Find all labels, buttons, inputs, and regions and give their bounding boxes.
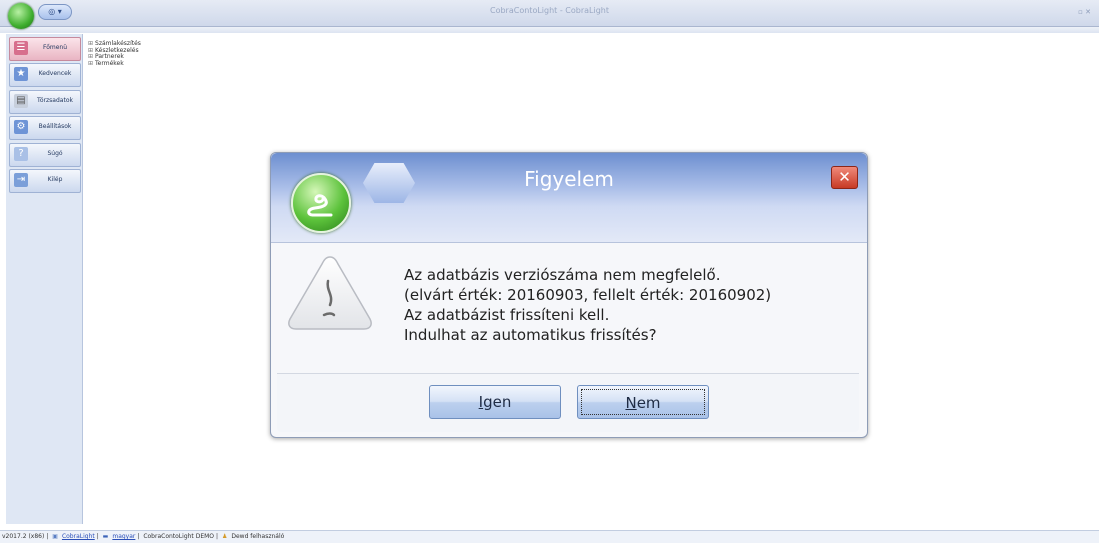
sidebar-item-label: Beállítások <box>38 123 72 130</box>
company-label: CobraContoLight DEMO <box>143 533 215 540</box>
sidebar: ☰ Főmenü ★ Kedvencek ▤ Törzsadatok ⚙ Beá… <box>6 34 83 524</box>
dialog-header-divider <box>271 242 867 243</box>
sidebar-item-label: Törzsadatok <box>37 97 73 104</box>
close-button[interactable]: ✕ <box>831 166 858 189</box>
warning-icon <box>288 256 372 330</box>
expand-icon[interactable]: ⊞ <box>88 60 93 67</box>
sidebar-item-label: Kilép <box>47 176 63 183</box>
tree-item-label: Termékek <box>95 59 124 67</box>
button-label: gen <box>483 393 512 411</box>
sidebar-item-beallitasok[interactable]: ⚙ Beállítások <box>9 116 81 140</box>
sidebar-item-label: Súgó <box>47 150 63 157</box>
help-icon: ? <box>14 147 28 161</box>
version-label: v2017.2 (x86) <box>2 533 45 540</box>
message-line: Az adatbázist frissíteni kell. <box>404 306 610 324</box>
table-icon: ▤ <box>14 94 28 108</box>
menu-icon: ☰ <box>14 41 28 55</box>
mnemonic: N <box>625 394 637 412</box>
gear-icon: ⚙ <box>14 120 28 134</box>
exit-icon: ⇥ <box>14 173 28 187</box>
focus-rectangle: Nem <box>581 389 705 415</box>
app-orb-button[interactable] <box>8 3 34 29</box>
sidebar-item-label: Kedvencek <box>38 70 72 77</box>
message-line: Az adatbázis verziószáma nem megfelelő. <box>404 266 721 284</box>
sidebar-item-label: Főmenü <box>42 44 68 51</box>
expand-icon[interactable]: ⊞ <box>88 40 93 47</box>
yes-button[interactable]: Igen <box>429 385 561 419</box>
star-icon: ★ <box>14 67 28 81</box>
dialog-message: Az adatbázis verziószáma nem megfelelő. … <box>404 265 771 345</box>
warning-dialog: Figyelem ✕ Az adatbázis verziószáma nem … <box>270 152 868 438</box>
app-icon: ▣ <box>52 533 58 540</box>
window-title: CobraContoLight - CobraLight <box>490 6 609 15</box>
tree-item-termekek[interactable]: ⊞ Termékek <box>88 59 141 68</box>
app-link[interactable]: CobraLight <box>62 533 95 540</box>
button-label: em <box>636 394 661 412</box>
language-link[interactable]: magyar <box>112 533 135 540</box>
sidebar-item-sugo[interactable]: ? Súgó <box>9 143 81 167</box>
sidebar-item-kilep[interactable]: ⇥ Kilép <box>9 169 81 193</box>
expand-icon[interactable]: ⊞ <box>88 53 93 60</box>
user-label: Dewd felhasználó <box>231 533 285 540</box>
message-line: Indulhat az automatikus frissítés? <box>404 326 657 344</box>
dialog-button-bar: Igen Nem <box>277 373 859 432</box>
sidebar-item-kedvencek[interactable]: ★ Kedvencek <box>9 63 81 87</box>
window-title-bar: ◎ ▾ CobraContoLight - CobraLight ▫ ✕ <box>0 0 1099 29</box>
no-button[interactable]: Nem <box>577 385 709 419</box>
sidebar-item-fomenu[interactable]: ☰ Főmenü <box>9 37 81 61</box>
status-bar: v2017.2 (x86) | ▣ CobraLight | ▬ magyar | Cob… <box>0 530 1099 543</box>
sidebar-item-torzsadatok[interactable]: ▤ Törzsadatok <box>9 90 81 114</box>
main-menu-tree: ⊞ Számlakészítés ⊞ Készletkezelés ⊞ Partner… <box>88 40 141 68</box>
window-controls[interactable]: ▫ ✕ <box>1078 8 1091 16</box>
dialog-title: Figyelem <box>524 167 614 191</box>
language-icon: ▬ <box>102 533 109 540</box>
message-line: (elvárt érték: 20160903, fellelt érték: … <box>404 286 772 304</box>
user-icon: ♟ <box>221 533 228 540</box>
ribbon-strip <box>0 27 1099 33</box>
